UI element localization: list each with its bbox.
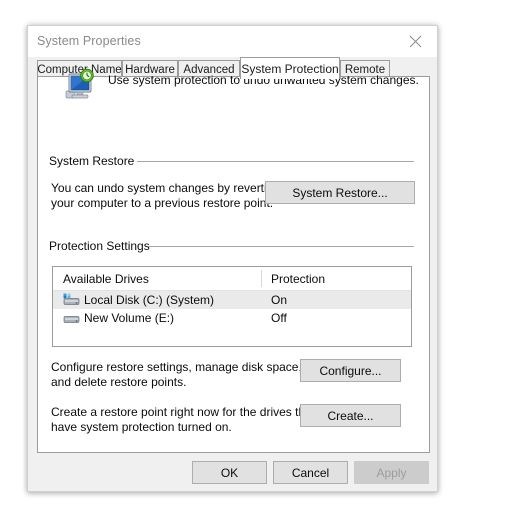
drives-list[interactable]: Available Drives Protection Local Disk (…	[52, 266, 412, 347]
create-description-line2: have system protection turned on.	[51, 420, 232, 434]
cancel-button[interactable]: Cancel	[273, 461, 348, 484]
configure-description-line2: and delete restore points.	[51, 375, 187, 389]
title-bar: System Properties	[28, 26, 437, 57]
table-row[interactable]: New Volume (E:) Off	[53, 309, 411, 327]
configure-button[interactable]: Configure...	[300, 359, 401, 382]
configure-description: Configure restore settings, manage disk …	[51, 360, 302, 390]
group-separator-protection-settings	[148, 246, 414, 247]
create-description-line1: Create a restore point right now for the…	[51, 405, 316, 419]
create-button-label: Create...	[327, 408, 374, 423]
system-restore-description: You can undo system changes by reverting…	[51, 181, 280, 211]
drive-name: New Volume (E:)	[84, 311, 175, 325]
create-button[interactable]: Create...	[300, 404, 401, 427]
tab-label: System Protection	[241, 61, 339, 76]
cancel-button-label: Cancel	[291, 465, 330, 480]
system-protection-panel	[37, 76, 430, 453]
system-drive-icon	[63, 293, 80, 305]
drive-protection-status: Off	[271, 311, 287, 325]
column-header-available-drives[interactable]: Available Drives	[63, 272, 149, 286]
screen: System Properties Computer Name Hardware…	[0, 0, 511, 519]
configure-description-line1: Configure restore settings, manage disk …	[51, 360, 302, 374]
system-restore-description-line1: You can undo system changes by reverting	[51, 181, 281, 195]
group-label-protection-settings: Protection Settings	[49, 239, 156, 253]
ok-button-label: OK	[220, 465, 239, 480]
system-restore-button-label: System Restore...	[292, 185, 388, 200]
close-button[interactable]	[393, 26, 437, 57]
column-header-protection[interactable]: Protection	[271, 272, 325, 286]
tab-system-protection[interactable]: System Protection	[240, 57, 340, 79]
drive-icon	[63, 316, 80, 323]
apply-button-label: Apply	[376, 465, 407, 480]
system-restore-button[interactable]: System Restore...	[265, 181, 415, 204]
column-divider	[261, 270, 262, 287]
window-title: System Properties	[37, 34, 141, 48]
group-separator-system-restore	[137, 161, 414, 162]
drive-name: Local Disk (C:) (System)	[84, 293, 215, 307]
system-restore-description-line2: your computer to a previous restore poin…	[51, 196, 274, 210]
table-row[interactable]: Local Disk (C:) (System) On	[53, 291, 411, 309]
group-label-system-restore: System Restore	[49, 154, 141, 168]
system-properties-window: System Properties Computer Name Hardware…	[27, 25, 438, 492]
ok-button[interactable]: OK	[192, 461, 267, 484]
configure-button-label: Configure...	[319, 363, 382, 378]
close-icon	[409, 35, 421, 48]
drives-list-header: Available Drives Protection	[53, 267, 411, 291]
apply-button: Apply	[354, 461, 429, 484]
create-description: Create a restore point right now for the…	[51, 405, 315, 435]
drive-protection-status: On	[271, 293, 288, 307]
system-protection-icon	[65, 68, 94, 99]
